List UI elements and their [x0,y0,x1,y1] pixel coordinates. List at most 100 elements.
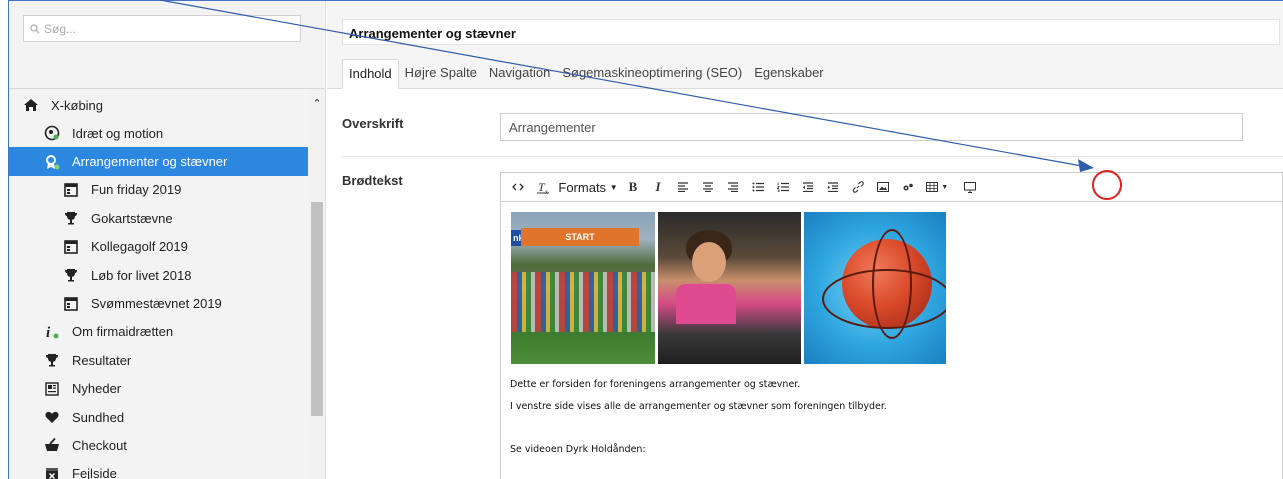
divider [342,156,1283,157]
tree-item-svommestaevnet[interactable]: Svømmestævnet 2019 [9,289,325,317]
page-tree: X-købing Idræt og motion Arrangementer o… [9,89,325,479]
overskrift-field[interactable]: Arrangementer [500,113,1243,141]
heart-icon [42,409,62,425]
image-collage: nk START [511,212,949,364]
link-button[interactable] [847,175,869,199]
tree-item-fun-friday[interactable]: Fun friday 2019 [9,176,325,204]
tree-item-idraet[interactable]: Idræt og motion [9,119,325,147]
home-icon [21,97,41,113]
clear-formatting-button[interactable]: Tx [532,175,554,199]
race-start-photo: nk START [511,212,655,364]
search-placeholder: Søg... [44,21,77,36]
tree-item-gokart[interactable]: Gokartstævne [9,204,325,232]
align-left-button[interactable] [672,175,694,199]
tree-item-label: Kollegagolf 2019 [91,239,188,255]
tree-item-label: Fun friday 2019 [91,182,182,198]
tab-seo[interactable]: Søgemaskineoptimering (SEO) [556,59,748,89]
tab-egenskaber[interactable]: Egenskaber [748,59,829,89]
tree-item-sundhed[interactable]: Sundhed [9,403,325,431]
tree-item-arrangementer[interactable]: Arrangementer og stævner [9,147,308,176]
sidebar: Søg... X-købing Idræt og motion Arrangem… [9,1,326,479]
tree-item-lob-for-livet[interactable]: Løb for livet 2018 [9,261,325,289]
align-right-button[interactable] [722,175,744,199]
body-text-line: I venstre side vises alle de arrangement… [510,401,887,412]
tree-item-kollegagolf[interactable]: Kollegagolf 2019 [9,233,325,261]
brodtekst-label: Brødtekst [342,173,403,188]
calendar-icon [61,182,81,198]
formats-dropdown[interactable]: Formats ▼ [557,175,619,199]
link-icon [852,181,864,193]
align-center-button[interactable] [697,175,719,199]
tree-item-label: X-købing [51,97,104,113]
tree-item-label: Resultater [72,352,132,368]
page-title: Arrangementer og stævner [342,19,1280,45]
banner-text: START [521,228,639,246]
media-embed-button[interactable] [959,175,981,199]
monitor-icon [964,181,976,193]
spinning-class-photo [658,212,801,364]
ball [822,229,946,339]
tree-item-x-kobing[interactable]: X-købing [9,91,325,119]
bold-button[interactable]: B [622,175,644,199]
tree-item-om-firmaidraetten[interactable]: i Om firmaidrætten [9,318,325,346]
plugin-button[interactable] [897,175,919,199]
numbered-list-icon [777,182,789,192]
bullet-list-icon [752,182,764,192]
runners-crowd [511,272,655,332]
bold-label: B [628,179,638,194]
svg-text:i: i [46,325,51,340]
trophy-icon [61,267,81,283]
tree-item-label: Checkout [72,437,127,453]
align-right-icon [728,182,738,192]
tree-item-nyheder[interactable]: Nyheder [9,375,325,403]
water-polo-ball-photo [804,212,946,364]
editor-body[interactable]: nk START Dette er forsiden for foreninge… [500,202,1283,479]
scrollbar-thumb[interactable] [311,202,323,416]
person-shirt [676,284,736,324]
search-input[interactable]: Søg... [23,15,301,42]
tree-item-label: Om firmaidrætten [72,324,174,340]
newspaper-icon [42,381,62,397]
tree-item-label: Gokartstævne [91,210,173,226]
italic-button[interactable]: I [647,175,669,199]
tree-item-label: Idræt og motion [72,125,164,141]
tab-hojre-spalte[interactable]: Højre Spalte [399,59,483,89]
tab-navigation[interactable]: Navigation [483,59,556,89]
search-area: Søg... [9,1,325,89]
source-code-button[interactable] [507,175,529,199]
tab-indhold[interactable]: Indhold [342,59,399,89]
chevron-up-icon[interactable]: ⌃ [311,97,323,110]
image-button[interactable] [872,175,894,199]
tree-item-checkout[interactable]: Checkout [9,431,325,459]
award-icon [42,154,62,170]
tree-item-resultater[interactable]: Resultater [9,346,325,374]
outdent-button[interactable] [797,175,819,199]
body-text-line: Se videoen Dyrk Holdånden: [510,444,646,455]
tab-bar: Indhold Højre Spalte Navigation Søgemask… [342,59,830,89]
indent-icon [828,182,838,192]
caret-down-icon: ▼ [941,183,949,191]
overskrift-label: Overskrift [342,116,404,131]
tree-item-label: Løb for livet 2018 [91,267,192,283]
indent-button[interactable] [822,175,844,199]
svg-text:x: x [545,190,548,194]
info-icon: i [42,324,62,340]
image-icon [877,182,889,192]
cart-icon [42,437,62,453]
calendar-icon [61,239,81,255]
tree-item-label: Nyheder [72,381,122,397]
align-left-icon [678,182,688,192]
table-dropdown[interactable]: ▼ [922,175,952,199]
bullet-list-button[interactable] [747,175,769,199]
error-icon [42,466,62,479]
numbered-list-button[interactable] [772,175,794,199]
align-center-icon [703,182,713,192]
page-header: Arrangementer og stævner Indhold Højre S… [327,1,1283,89]
caret-down-icon: ▼ [609,182,618,192]
clear-format-icon: Tx [537,181,549,194]
code-icon [512,183,524,191]
tree-item-label: Sundhed [72,409,125,425]
body-text-line: Dette er forsiden for foreningens arrang… [510,379,801,390]
tree-item-label: Arrangementer og stævner [72,154,228,170]
tree-item-fejlside[interactable]: Fejlside [9,460,325,479]
